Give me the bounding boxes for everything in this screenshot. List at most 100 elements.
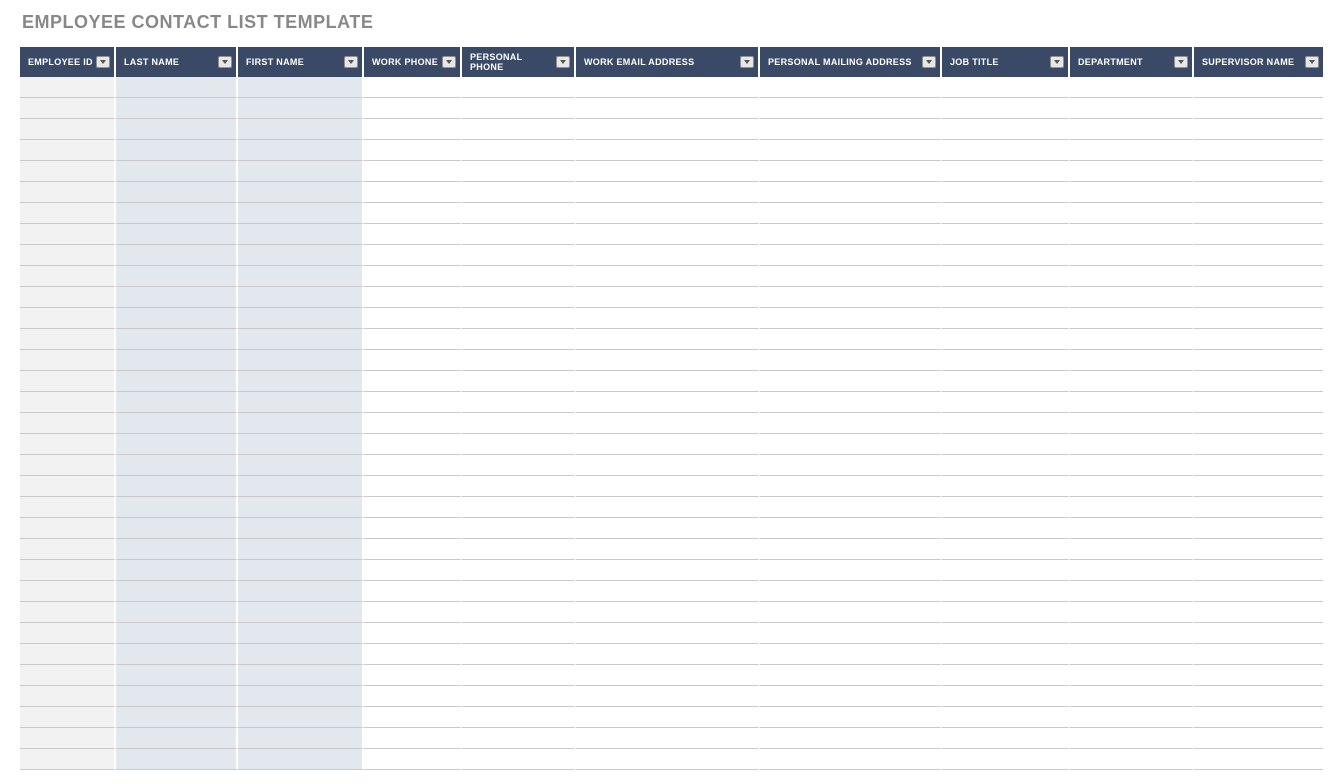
table-cell[interactable]: [576, 686, 760, 707]
table-cell[interactable]: [1194, 665, 1323, 686]
table-cell[interactable]: [942, 77, 1070, 98]
table-cell[interactable]: [1070, 644, 1194, 665]
table-cell[interactable]: [116, 140, 238, 161]
table-cell[interactable]: [1194, 266, 1323, 287]
table-cell[interactable]: [760, 392, 942, 413]
table-cell[interactable]: [238, 581, 364, 602]
table-cell[interactable]: [1070, 203, 1194, 224]
table-cell[interactable]: [1070, 623, 1194, 644]
table-cell[interactable]: [116, 686, 238, 707]
table-cell[interactable]: [462, 728, 576, 749]
table-cell[interactable]: [20, 182, 116, 203]
table-cell[interactable]: [20, 308, 116, 329]
table-cell[interactable]: [238, 434, 364, 455]
table-cell[interactable]: [760, 371, 942, 392]
col-header-last-name[interactable]: LAST NAME: [116, 47, 238, 77]
table-cell[interactable]: [364, 140, 462, 161]
table-cell[interactable]: [576, 161, 760, 182]
table-cell[interactable]: [238, 392, 364, 413]
table-cell[interactable]: [462, 203, 576, 224]
filter-dropdown-icon[interactable]: [922, 56, 936, 68]
table-cell[interactable]: [1070, 308, 1194, 329]
table-cell[interactable]: [1194, 686, 1323, 707]
col-header-supervisor-name[interactable]: SUPERVISOR NAME: [1194, 47, 1323, 77]
table-cell[interactable]: [1194, 371, 1323, 392]
table-cell[interactable]: [760, 308, 942, 329]
table-cell[interactable]: [238, 476, 364, 497]
table-cell[interactable]: [20, 245, 116, 266]
table-cell[interactable]: [20, 350, 116, 371]
table-cell[interactable]: [760, 644, 942, 665]
table-cell[interactable]: [942, 203, 1070, 224]
table-cell[interactable]: [760, 119, 942, 140]
table-cell[interactable]: [462, 224, 576, 245]
table-cell[interactable]: [576, 476, 760, 497]
table-cell[interactable]: [238, 497, 364, 518]
table-cell[interactable]: [462, 539, 576, 560]
table-cell[interactable]: [1070, 350, 1194, 371]
table-cell[interactable]: [238, 287, 364, 308]
table-cell[interactable]: [462, 371, 576, 392]
table-cell[interactable]: [20, 161, 116, 182]
table-cell[interactable]: [1070, 455, 1194, 476]
table-cell[interactable]: [462, 749, 576, 770]
table-cell[interactable]: [116, 581, 238, 602]
table-cell[interactable]: [116, 497, 238, 518]
table-cell[interactable]: [1070, 287, 1194, 308]
table-cell[interactable]: [576, 665, 760, 686]
table-cell[interactable]: [1070, 581, 1194, 602]
table-cell[interactable]: [942, 224, 1070, 245]
table-cell[interactable]: [462, 245, 576, 266]
table-cell[interactable]: [20, 224, 116, 245]
table-cell[interactable]: [462, 455, 576, 476]
table-cell[interactable]: [238, 707, 364, 728]
table-cell[interactable]: [1070, 413, 1194, 434]
table-cell[interactable]: [576, 728, 760, 749]
table-cell[interactable]: [364, 77, 462, 98]
table-cell[interactable]: [364, 560, 462, 581]
table-cell[interactable]: [760, 686, 942, 707]
table-cell[interactable]: [576, 602, 760, 623]
table-cell[interactable]: [1194, 644, 1323, 665]
table-cell[interactable]: [760, 182, 942, 203]
table-cell[interactable]: [942, 371, 1070, 392]
table-cell[interactable]: [942, 329, 1070, 350]
table-cell[interactable]: [238, 560, 364, 581]
table-cell[interactable]: [364, 350, 462, 371]
table-cell[interactable]: [238, 686, 364, 707]
table-cell[interactable]: [238, 245, 364, 266]
col-header-personal-mailing-address[interactable]: PERSONAL MAILING ADDRESS: [760, 47, 942, 77]
table-cell[interactable]: [1070, 476, 1194, 497]
table-cell[interactable]: [462, 602, 576, 623]
table-cell[interactable]: [760, 497, 942, 518]
table-cell[interactable]: [1194, 329, 1323, 350]
table-cell[interactable]: [20, 623, 116, 644]
table-cell[interactable]: [942, 602, 1070, 623]
table-cell[interactable]: [760, 161, 942, 182]
table-cell[interactable]: [942, 140, 1070, 161]
table-cell[interactable]: [1194, 224, 1323, 245]
table-cell[interactable]: [576, 392, 760, 413]
table-cell[interactable]: [942, 476, 1070, 497]
table-cell[interactable]: [576, 497, 760, 518]
table-cell[interactable]: [1194, 749, 1323, 770]
table-cell[interactable]: [364, 539, 462, 560]
table-cell[interactable]: [1070, 497, 1194, 518]
table-cell[interactable]: [576, 287, 760, 308]
table-cell[interactable]: [20, 539, 116, 560]
table-cell[interactable]: [116, 539, 238, 560]
table-cell[interactable]: [576, 749, 760, 770]
table-cell[interactable]: [20, 203, 116, 224]
table-cell[interactable]: [238, 623, 364, 644]
table-cell[interactable]: [116, 749, 238, 770]
table-cell[interactable]: [116, 707, 238, 728]
table-cell[interactable]: [20, 581, 116, 602]
table-cell[interactable]: [116, 665, 238, 686]
table-cell[interactable]: [942, 518, 1070, 539]
table-cell[interactable]: [576, 329, 760, 350]
table-cell[interactable]: [1070, 245, 1194, 266]
table-cell[interactable]: [238, 182, 364, 203]
table-cell[interactable]: [1194, 707, 1323, 728]
table-cell[interactable]: [942, 497, 1070, 518]
table-cell[interactable]: [364, 266, 462, 287]
